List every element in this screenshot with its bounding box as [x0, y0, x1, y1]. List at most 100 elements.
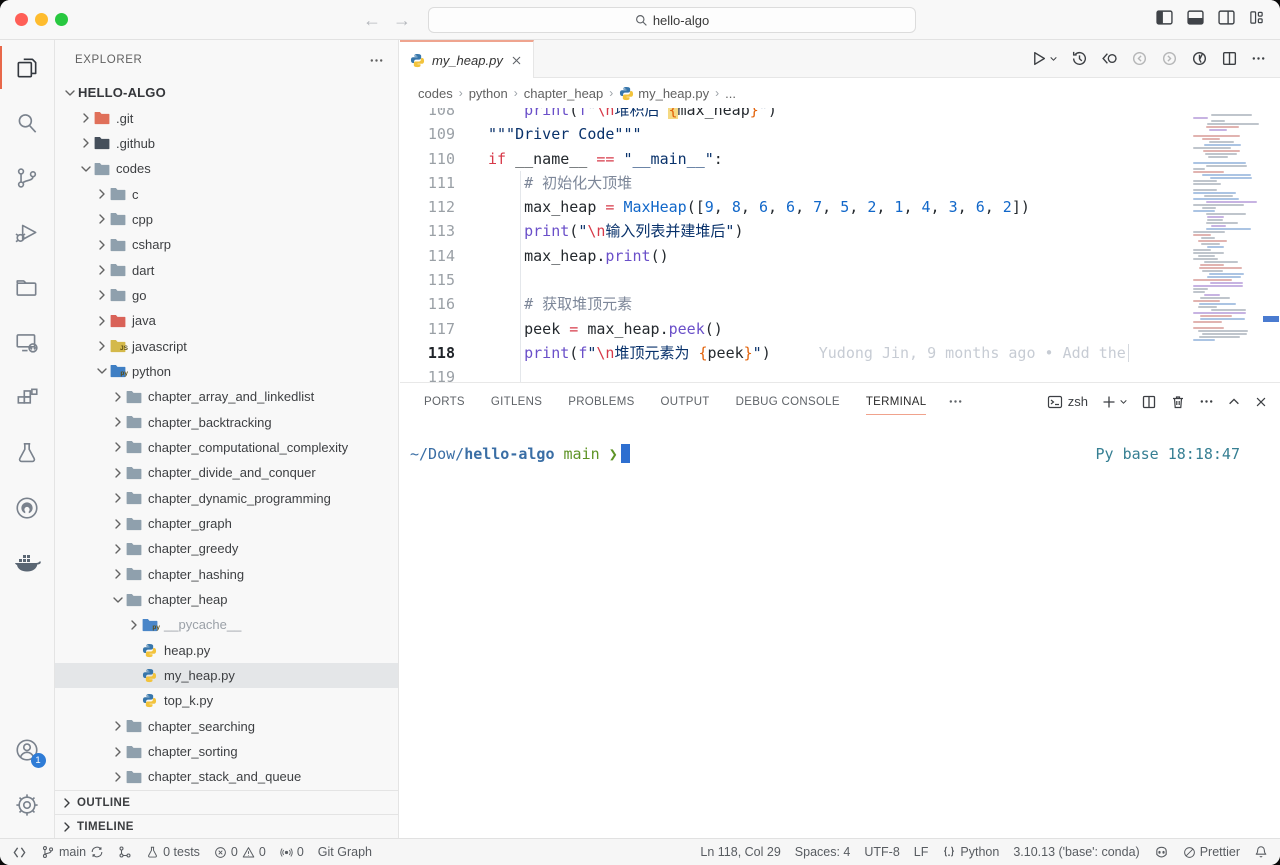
run-python-file-icon[interactable] [1030, 50, 1058, 67]
tree-item-chapter_array_and_linkedlist[interactable]: chapter_array_and_linkedlist [55, 384, 399, 409]
tree-item-github[interactable]: .github [55, 131, 399, 156]
tree-item-chapter_greedy[interactable]: chapter_greedy [55, 536, 399, 561]
tree-item-c[interactable]: c [55, 181, 399, 206]
chevron-right-icon[interactable] [94, 186, 110, 202]
problems-status[interactable]: 0 0 [214, 845, 266, 859]
code-line-118[interactable]: 118 print(f"\n堆顶元素为 {peek}")Yudong Jin, … [400, 341, 1192, 365]
chevron-down-icon[interactable] [94, 363, 110, 379]
chevron-down-icon[interactable] [78, 161, 94, 177]
tree-item-chapter_stack_and_queue[interactable]: chapter_stack_and_queue [55, 764, 399, 789]
tree-item-chapter_hashing[interactable]: chapter_hashing [55, 562, 399, 587]
chevron-right-icon[interactable] [94, 211, 110, 227]
source-control-icon[interactable] [0, 150, 55, 205]
broadcast-status[interactable]: 0 [280, 845, 304, 859]
chevron-right-icon[interactable] [78, 135, 94, 151]
tree-item-chapter_searching[interactable]: chapter_searching [55, 714, 399, 739]
tree-item-chapter_dynamic_programming[interactable]: chapter_dynamic_programming [55, 486, 399, 511]
chevron-right-icon[interactable] [110, 566, 126, 582]
tree-item-chapter_sorting[interactable]: chapter_sorting [55, 739, 399, 764]
explorer-icon[interactable] [0, 40, 55, 95]
chevron-right-icon[interactable] [110, 465, 126, 481]
breadcrumb-item-chapter_heap[interactable]: chapter_heap [524, 86, 604, 101]
tree-item-hello-algo[interactable]: HELLO-ALGO [55, 80, 399, 105]
close-window-button[interactable] [15, 13, 28, 26]
breadcrumb-item-my_heappy[interactable]: my_heap.py [619, 86, 709, 101]
chevron-right-icon[interactable] [110, 769, 126, 785]
chevron-right-icon[interactable] [78, 110, 94, 126]
chevron-right-icon[interactable] [94, 338, 110, 354]
remote-explorer-icon[interactable] [0, 315, 55, 370]
code-line-119[interactable]: 119 [400, 365, 1192, 382]
docker-icon[interactable] [0, 535, 55, 590]
remote-indicator-icon[interactable] [12, 845, 27, 860]
chevron-right-icon[interactable] [94, 262, 110, 278]
file-history-icon[interactable] [1071, 50, 1088, 67]
code-line-115[interactable]: 115 [400, 268, 1192, 292]
chevron-right-icon[interactable] [110, 744, 126, 760]
extensions-icon[interactable] [0, 370, 55, 425]
tree-item-dart[interactable]: dart [55, 257, 399, 282]
panel-tab-problems[interactable]: PROBLEMS [568, 383, 634, 420]
tree-item-go[interactable]: go [55, 283, 399, 308]
panel-more-actions-icon[interactable] [1199, 394, 1214, 409]
chevron-right-icon[interactable] [94, 287, 110, 303]
chevron-right-icon[interactable] [94, 313, 110, 329]
explorer-more-actions-icon[interactable] [369, 53, 384, 68]
chevron-right-icon[interactable] [94, 237, 110, 253]
customize-layout-icon[interactable] [1249, 10, 1264, 25]
chevron-right-icon[interactable] [110, 718, 126, 734]
toggle-secondary-sidebar-icon[interactable] [1218, 10, 1235, 25]
tests-status[interactable]: 0 tests [146, 845, 200, 859]
panel-more-tabs-icon[interactable] [948, 394, 963, 409]
chevron-down-icon[interactable] [110, 592, 126, 608]
split-editor-icon[interactable] [1221, 50, 1238, 67]
indentation-status[interactable]: Spaces: 4 [795, 845, 851, 859]
minimap[interactable] [1192, 108, 1262, 382]
panel-tab-terminal[interactable]: TERMINAL [866, 383, 927, 420]
code-line-114[interactable]: 114 max_heap.print() [400, 244, 1192, 268]
copilot-status-icon[interactable] [1154, 845, 1169, 860]
breadcrumb-item-[interactable]: ... [725, 86, 736, 101]
tree-item-my_heappy[interactable]: my_heap.py [55, 663, 399, 688]
code-line-108[interactable]: 108 print(f"\n堆积后 {max_heap}") [400, 108, 1192, 122]
accounts-icon[interactable]: 1 [0, 722, 55, 777]
minimize-window-button[interactable] [35, 13, 48, 26]
timeline-section-header[interactable]: TIMELINE [55, 814, 399, 838]
close-tab-icon[interactable] [510, 54, 523, 67]
settings-gear-icon[interactable] [0, 777, 55, 832]
code-line-112[interactable]: 112 max_heap = MaxHeap([9, 8, 6, 6, 7, 5… [400, 195, 1192, 219]
git-graph-status-icon[interactable] [118, 845, 132, 859]
panel-tab-gitlens[interactable]: GITLENS [491, 383, 542, 420]
chevron-right-icon[interactable] [110, 516, 126, 532]
split-terminal-icon[interactable] [1141, 394, 1157, 410]
cursor-position-status[interactable]: Ln 118, Col 29 [700, 845, 780, 859]
project-folders-icon[interactable] [0, 260, 55, 315]
tree-item-chapter_backtracking[interactable]: chapter_backtracking [55, 409, 399, 434]
code-line-109[interactable]: 109"""Driver Code""" [400, 122, 1192, 146]
maximize-panel-icon[interactable] [1227, 395, 1241, 409]
history-back-icon[interactable]: ← [363, 8, 381, 32]
code-line-110[interactable]: 110if __name__ == "__main__": [400, 147, 1192, 171]
panel-tab-output[interactable]: OUTPUT [661, 383, 710, 420]
toggle-primary-sidebar-icon[interactable] [1156, 10, 1173, 25]
tree-item-cpp[interactable]: cpp [55, 207, 399, 232]
tree-item-codes[interactable]: codes [55, 156, 399, 181]
terminal[interactable]: ~/Dow/hello-algo main ❯ Py base 18:18:47 [400, 420, 1280, 463]
new-terminal-icon[interactable] [1101, 394, 1128, 410]
shell-selector[interactable]: zsh [1047, 394, 1088, 410]
search-sidebar-icon[interactable] [0, 95, 55, 150]
testing-icon[interactable] [0, 425, 55, 480]
gitlens-graph-icon[interactable] [1191, 50, 1208, 67]
breadcrumb-item-python[interactable]: python [469, 86, 508, 101]
editor-more-actions-icon[interactable] [1251, 51, 1266, 66]
breadcrumb-item-codes[interactable]: codes [418, 86, 453, 101]
tree-item-csharp[interactable]: csharp [55, 232, 399, 257]
chevron-down-icon[interactable] [62, 85, 78, 101]
chevron-right-icon[interactable] [110, 541, 126, 557]
code-line-113[interactable]: 113 print("\n输入列表并建堆后") [400, 219, 1192, 243]
tab-my-heap-py[interactable]: my_heap.py [400, 40, 534, 78]
panel-tab-ports[interactable]: PORTS [424, 383, 465, 420]
run-and-debug-icon[interactable] [0, 205, 55, 260]
history-forward-icon[interactable]: → [393, 8, 411, 32]
tree-item-heappy[interactable]: heap.py [55, 638, 399, 663]
